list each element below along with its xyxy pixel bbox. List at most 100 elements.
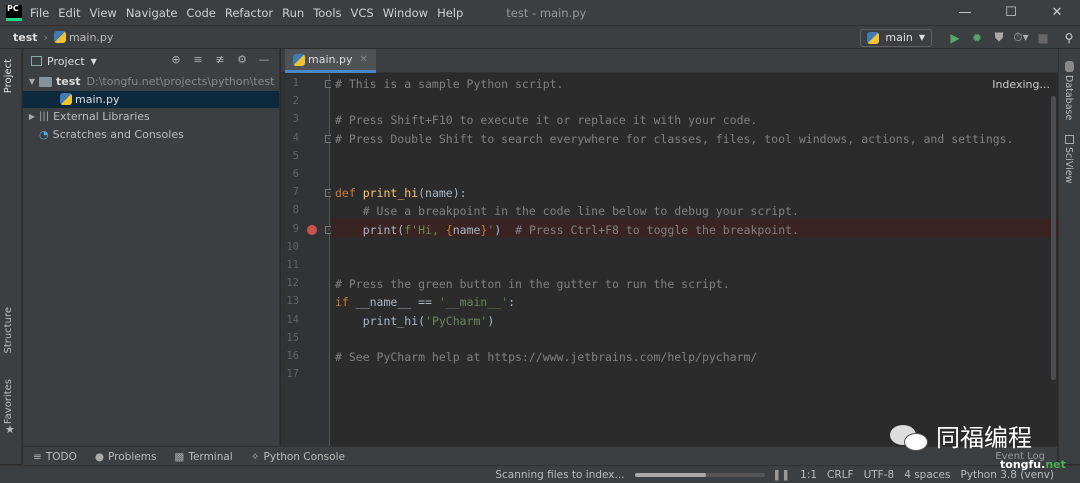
tab-sciview[interactable]: SciView <box>1063 147 1074 183</box>
menu-file[interactable]: File <box>30 6 49 20</box>
code-token: ) <box>487 313 495 328</box>
code-token: : <box>508 295 516 310</box>
tab-favorites[interactable]: Favorites <box>3 379 14 424</box>
search-icon[interactable]: ⚲ <box>1058 31 1080 45</box>
expand-arrow-icon[interactable]: ▼ <box>25 77 39 86</box>
line-number: 17 <box>286 368 299 381</box>
tree-external-label: External Libraries <box>53 110 150 124</box>
menu-run[interactable]: Run <box>282 6 304 20</box>
python-file-icon <box>60 93 72 106</box>
code-token: f'Hi, <box>404 222 446 237</box>
tab-problems[interactable]: ● Problems <box>95 451 157 463</box>
menu-code[interactable]: Code <box>186 6 215 20</box>
code-token: __name__ == <box>355 295 439 310</box>
python-file-icon <box>293 53 305 66</box>
menu-tools[interactable]: Tools <box>313 6 341 20</box>
line-number: 14 <box>286 313 299 326</box>
stop-icon[interactable]: ■ <box>1032 31 1054 45</box>
code-token: name <box>452 222 481 237</box>
line-number: 5 <box>292 149 299 162</box>
breadcrumb-project[interactable]: test <box>13 31 38 44</box>
tab-main-py[interactable]: main.py ✕ <box>285 49 376 73</box>
profile-icon[interactable]: ⏱▾ <box>1010 30 1032 45</box>
tree-item-scratches[interactable]: ◔ Scratches and Consoles <box>23 126 279 144</box>
menu-window[interactable]: Window <box>383 6 428 20</box>
hide-icon[interactable]: — <box>253 53 275 66</box>
project-view-icon <box>31 56 42 66</box>
menu-edit[interactable]: Edit <box>58 6 80 20</box>
tree-scratches-label: Scratches and Consoles <box>52 127 184 141</box>
code-token: # Use a breakpoint in the code line belo… <box>362 204 799 219</box>
scratches-icon: ◔ <box>39 127 49 141</box>
close-tab-icon[interactable]: ✕ <box>359 54 367 65</box>
project-panel-tools: ⊕ ≡ ≢ ⚙ — <box>165 53 275 66</box>
code-token: # This is a sample Python script. <box>335 77 564 91</box>
line-number: 15 <box>286 331 299 344</box>
collapse-all-icon[interactable]: ≢ <box>209 53 231 66</box>
code-token: # Press Double Shift to search everywher… <box>335 131 1014 146</box>
line-number: 8 <box>292 204 299 217</box>
status-encoding[interactable]: UTF-8 <box>864 469 895 481</box>
tree-item-external-libraries[interactable]: ▶ ||| External Libraries <box>23 108 279 126</box>
status-line-separator[interactable]: CRLF <box>827 469 854 481</box>
code-editor[interactable]: Indexing... # This is a sample Python sc… <box>331 74 1058 446</box>
tab-database[interactable]: Database <box>1063 75 1074 120</box>
tree-root-label: test <box>56 75 81 89</box>
code-token: print( <box>335 222 405 237</box>
code-token: print_hi <box>362 186 419 201</box>
right-tool-strip: Database SciView <box>1058 49 1080 464</box>
code-token: '__main__' <box>438 295 509 310</box>
project-panel-title[interactable]: Project <box>47 55 85 68</box>
status-indent[interactable]: 4 spaces <box>904 469 950 481</box>
breadcrumb-file[interactable]: main.py <box>69 31 113 44</box>
vertical-scrollbar[interactable] <box>1051 96 1056 380</box>
gear-icon[interactable]: ⚙ <box>231 53 253 66</box>
tab-project[interactable]: Project <box>3 59 14 93</box>
pause-icon[interactable]: ❚❚ <box>773 469 791 481</box>
editor-gutter[interactable]: 1-2 3 4-5 6 7-8 9-10 11 12 13 14 15 16 17 <box>281 74 333 446</box>
breadcrumb-separator: › <box>43 30 48 44</box>
expand-all-icon[interactable]: ≡ <box>187 53 209 66</box>
debug-icon[interactable]: ✹ <box>966 31 988 45</box>
close-icon[interactable]: ✕ <box>1034 0 1080 26</box>
menu-refactor[interactable]: Refactor <box>225 6 273 20</box>
left-tool-strip: Project Structure Favorites ★ <box>0 49 22 464</box>
editor-tab-label: main.py <box>308 53 353 66</box>
status-scanning: Scanning files to index... <box>495 468 625 481</box>
index-progress-bar <box>634 472 765 477</box>
run-icon[interactable]: ▶ <box>944 31 966 45</box>
editor-tab-bar: main.py ✕ <box>281 49 1058 73</box>
terminal-icon: ▩ <box>174 450 185 463</box>
maximize-icon[interactable]: ☐ <box>988 0 1034 26</box>
line-number: 3 <box>292 113 299 126</box>
library-icon: ||| <box>39 111 50 123</box>
minimize-icon[interactable]: — <box>942 0 988 26</box>
tab-problems-label: Problems <box>108 450 157 463</box>
project-panel-header: Project ▼ ⊕ ≡ ≢ ⚙ — <box>23 49 279 73</box>
watermark-site-suffix: net <box>1045 458 1066 471</box>
menu-vcs[interactable]: VCS <box>351 6 374 20</box>
tree-item-main-py[interactable]: main.py <box>23 90 279 108</box>
tree-item-root[interactable]: ▼ test D:\tongfu.net\projects\python\tes… <box>23 73 279 91</box>
line-number: 12 <box>286 277 299 290</box>
menu-help[interactable]: Help <box>437 6 463 20</box>
tab-terminal[interactable]: ▩ Terminal <box>174 451 232 463</box>
line-number: 2 <box>292 95 299 108</box>
tab-structure[interactable]: Structure <box>3 307 14 354</box>
run-config-select[interactable]: main ▼ <box>860 28 932 47</box>
collapse-arrow-icon[interactable]: ▶ <box>25 112 39 121</box>
status-position[interactable]: 1:1 <box>800 469 817 481</box>
coverage-icon[interactable]: ⛊ <box>988 30 1010 45</box>
tab-todo[interactable]: ≡ TODO <box>33 451 77 463</box>
tab-terminal-label: Terminal <box>188 450 233 463</box>
watermark: 同福编程 <box>890 418 1032 453</box>
menu-view[interactable]: View <box>90 6 117 20</box>
chevron-down-icon[interactable]: ▼ <box>91 57 97 66</box>
tab-python-console[interactable]: ✧ Python Console <box>251 451 345 463</box>
code-line: # Use a breakpoint in the code line belo… <box>335 202 799 220</box>
locate-icon[interactable]: ⊕ <box>165 53 187 66</box>
line-number: 7 <box>292 186 299 199</box>
breakpoint-icon[interactable] <box>307 224 317 235</box>
menu-navigate[interactable]: Navigate <box>126 6 178 20</box>
code-token: # Press the green button in the gutter t… <box>335 277 730 292</box>
